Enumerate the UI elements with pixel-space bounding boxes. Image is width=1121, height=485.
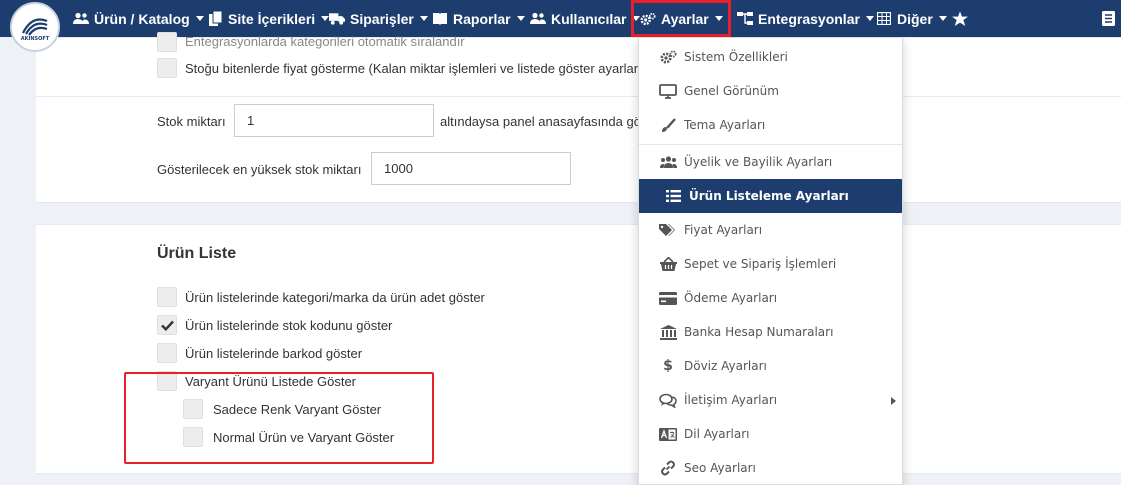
list-icon	[664, 188, 682, 204]
menu-item-theme-settings[interactable]: Tema Ayarları	[639, 108, 902, 142]
menu-item-seo-settings[interactable]: Seo Ayarları	[639, 451, 902, 485]
users-icon	[659, 154, 677, 170]
max-stock-label: Gösterilecek en yüksek stok miktarı	[157, 162, 362, 177]
option-label: Ürün listelerinde stok kodunu göster	[185, 318, 393, 333]
menu-item-language-settings[interactable]: Dil Ayarları	[639, 417, 902, 451]
auto-sort-categories-checkbox[interactable]	[157, 32, 177, 52]
gears-icon	[640, 11, 656, 27]
nav-label: Entegrasyonlar	[758, 10, 860, 27]
menu-item-contact-settings[interactable]: İletişim Ayarları	[639, 383, 902, 417]
stock-quantity-suffix: altındaysa panel anasayfasında gö	[440, 114, 641, 129]
menu-item-system-properties[interactable]: Sistem Özellikleri	[639, 40, 902, 74]
nav-label: Site İçerikleri	[228, 10, 316, 27]
nav-label: Raporlar	[453, 10, 511, 27]
menu-item-membership-settings[interactable]: Üyelik ve Bayilik Ayarları	[639, 145, 902, 179]
menu-item-label: Üyelik ve Bayilik Ayarları	[684, 155, 833, 169]
credit-card-icon	[659, 290, 677, 306]
normal-and-variant-checkbox[interactable]	[183, 427, 203, 447]
menu-item-general-view[interactable]: Genel Görünüm	[639, 74, 902, 108]
menu-item-payment-settings[interactable]: Ödeme Ayarları	[639, 281, 902, 315]
stock-quantity-label: Stok miktarı	[157, 114, 226, 129]
menu-item-label: Seo Ayarları	[684, 461, 756, 475]
only-color-variant-checkbox[interactable]	[183, 399, 203, 419]
menu-item-label: Fiyat Ayarları	[684, 223, 763, 237]
dollar-icon: $	[663, 358, 673, 374]
nav-label: Ayarlar	[661, 10, 709, 27]
menu-item-bank-accounts[interactable]: Banka Hesap Numaraları	[639, 315, 902, 349]
menu-item-label: Dil Ayarları	[684, 427, 750, 441]
menu-item-label: Tema Ayarları	[684, 118, 766, 132]
logo-mark-icon	[22, 17, 48, 36]
sitemap-icon	[737, 11, 753, 27]
nav-kullanicilar[interactable]: Kullanıcılar	[530, 0, 641, 37]
gears-icon	[659, 49, 677, 65]
option-label: Ürün listelerinde barkod göster	[185, 346, 363, 361]
users-icon	[530, 11, 546, 27]
language-icon	[659, 426, 677, 442]
notebook-button[interactable]	[1100, 0, 1121, 37]
menu-item-label: İletişim Ayarları	[684, 393, 778, 407]
menu-item-label: Genel Görünüm	[684, 84, 779, 98]
show-stock-code-checkbox[interactable]	[157, 315, 177, 335]
sub-option-label: Sadece Renk Varyant Göster	[213, 402, 382, 417]
nav-label: Ürün / Katalog	[94, 10, 190, 27]
menu-item-currency-settings[interactable]: $ Döviz Ayarları	[639, 349, 902, 383]
option-label: Varyant Ürünü Listede Göster	[185, 374, 357, 389]
menu-item-label: Sistem Özellikleri	[684, 50, 788, 64]
basket-icon	[659, 256, 677, 272]
menu-item-label: Sepet ve Sipariş İşlemleri	[684, 257, 837, 271]
menu-item-label: Döviz Ayarları	[684, 359, 767, 373]
grid-icon	[876, 11, 892, 27]
link-icon	[659, 460, 677, 476]
favorites-star-button[interactable]	[952, 0, 973, 37]
submenu-arrow-icon	[891, 397, 896, 405]
menu-item-cart-order[interactable]: Sepet ve Sipariş İşlemleri	[639, 247, 902, 281]
check-icon	[160, 320, 174, 331]
menu-item-product-listing-settings[interactable]: Ürün Listeleme Ayarları	[639, 179, 902, 213]
nav-siparisler[interactable]: Siparişler	[329, 0, 428, 37]
sub-option-label: Normal Ürün ve Varyant Göster	[213, 430, 395, 445]
nav-site-icerikleri[interactable]: Site İçerikleri	[207, 0, 330, 37]
option-label: Ürün listelerinde kategori/marka da ürün…	[185, 290, 485, 305]
star-icon	[952, 10, 968, 27]
nav-label: Siparişler	[350, 10, 414, 27]
nav-diger[interactable]: Diğer	[876, 0, 947, 37]
logo-text: AKINSOFT	[20, 35, 50, 42]
nav-label: Diğer	[897, 10, 933, 27]
max-stock-input[interactable]: 1000	[371, 152, 571, 185]
report-icon	[432, 11, 448, 27]
menu-item-label: Ödeme Ayarları	[684, 291, 778, 305]
divider	[36, 96, 1121, 97]
nav-label: Kullanıcılar	[551, 10, 627, 27]
auto-sort-categories-label: Entegrasyonlarda kategorileri otomatik s…	[185, 34, 465, 49]
nav-urun-katalog[interactable]: Ürün / Katalog	[73, 0, 204, 37]
users-icon	[73, 11, 89, 27]
truck-icon	[329, 11, 345, 27]
comments-icon	[659, 392, 677, 408]
bank-icon	[659, 324, 677, 340]
notebook-icon	[1100, 11, 1116, 27]
nav-raporlar[interactable]: Raporlar	[432, 0, 525, 37]
settings-dropdown-menu: Sistem Özellikleri Genel Görünüm Tema Ay…	[638, 37, 903, 485]
brand-logo[interactable]: AKINSOFT	[10, 2, 60, 52]
hide-price-out-of-stock-checkbox[interactable]	[157, 58, 177, 78]
nav-entegrasyonlar[interactable]: Entegrasyonlar	[737, 0, 874, 37]
product-list-title: Ürün Liste	[157, 245, 237, 262]
brush-icon	[659, 117, 677, 133]
files-icon	[207, 11, 223, 27]
stock-quantity-input[interactable]: 1	[234, 104, 434, 137]
menu-item-label: Ürün Listeleme Ayarları	[689, 189, 849, 203]
monitor-icon	[659, 83, 677, 99]
nav-ayarlar[interactable]: Ayarlar	[631, 0, 731, 37]
menu-item-price-settings[interactable]: Fiyat Ayarları	[639, 213, 902, 247]
show-barcode-checkbox[interactable]	[157, 343, 177, 363]
hide-price-out-of-stock-label: Stoğu bitenlerde fiyat gösterme (Kalan m…	[185, 61, 642, 76]
menu-item-label: Banka Hesap Numaraları	[684, 325, 834, 339]
show-variant-checkbox[interactable]	[157, 371, 177, 391]
tags-icon	[659, 222, 677, 238]
show-category-count-checkbox[interactable]	[157, 287, 177, 307]
